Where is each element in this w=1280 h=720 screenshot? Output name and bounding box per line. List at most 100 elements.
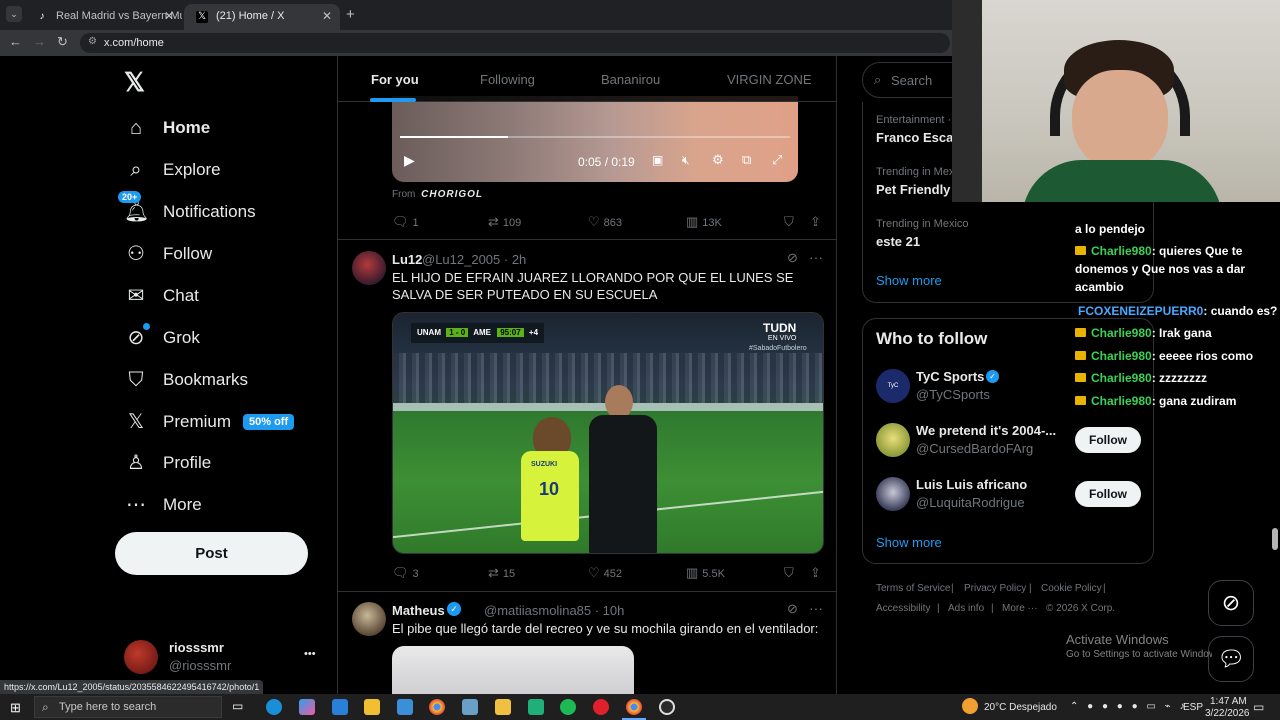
post-button[interactable]: Post [115, 532, 308, 575]
video-source[interactable]: From CHORIGOL [392, 189, 483, 200]
captions-icon[interactable]: ▣ [652, 153, 663, 167]
follow-button[interactable]: Follow [1075, 427, 1141, 453]
reply-button[interactable]: 🗨︎ 1 [392, 214, 419, 230]
mute-icon[interactable]: 🔇︎ [682, 153, 690, 168]
grok-explain-icon[interactable]: ⊘ [787, 601, 798, 617]
footer-terms-link[interactable]: Terms of Service [876, 583, 950, 594]
reload-icon[interactable]: ↻ [57, 34, 68, 50]
footer-accessibility-link[interactable]: Accessibility [876, 603, 930, 614]
footer-cookie-link[interactable]: Cookie Policy [1041, 583, 1102, 594]
repost-button[interactable]: ⇄ 109 [488, 214, 521, 230]
footer-copyright: © 2026 X Corp. [1046, 603, 1116, 614]
video-player[interactable]: ▶ 0:05 / 0:19 ▣ 🔇︎ ⚙ ⧉ ⤢ [392, 96, 798, 182]
copilot-icon[interactable] [299, 699, 315, 715]
close-tab-icon[interactable]: ✕ [322, 9, 332, 23]
site-info-icon[interactable]: ⚙ [88, 36, 97, 47]
fullscreen-icon[interactable]: ⤢ [772, 152, 782, 168]
streamer-shirt [1022, 160, 1222, 202]
suggested-name[interactable]: Luis Luis africano [916, 477, 1027, 492]
video-source-name: CHORIGOL [421, 189, 484, 200]
suggested-name[interactable]: TyC Sports [916, 369, 984, 384]
mail-icon[interactable] [332, 699, 348, 715]
task-view-icon[interactable]: ▭ [232, 699, 248, 715]
back-icon[interactable]: ← [9, 34, 22, 49]
pip-icon[interactable]: ⧉ [742, 152, 751, 168]
account-menu-icon[interactable]: ••• [304, 648, 316, 660]
tweet-more-icon[interactable]: ··· [809, 249, 823, 265]
who-to-follow-show-more-link[interactable]: Show more [876, 535, 942, 550]
chrome-icon[interactable] [429, 699, 445, 715]
suggested-avatar[interactable] [876, 423, 910, 457]
reply-button[interactable]: 🗨︎ 3 [392, 565, 419, 581]
obs-icon[interactable] [659, 699, 675, 715]
edge-icon[interactable] [266, 699, 282, 715]
close-tab-icon[interactable]: ✕ [164, 9, 174, 23]
browser-tab[interactable]: ♪ Real Madrid vs Bayern Munich ✕ [24, 4, 183, 30]
tweet-avatar[interactable] [352, 251, 386, 285]
tweet-more-icon[interactable]: ··· [809, 600, 823, 616]
trend-name[interactable]: Pet Friendly [876, 182, 950, 197]
chat-message-text: : zzzzzzzz [1151, 371, 1208, 385]
footer-privacy-link[interactable]: Privacy Policy [964, 583, 1026, 594]
language-indicator[interactable]: ESP [1183, 702, 1203, 713]
trend-name[interactable]: este 21 [876, 234, 920, 249]
tab-virgin-zone[interactable]: VIRGIN ZONE [727, 72, 812, 87]
windows-start-icon[interactable]: ⊞ [10, 700, 21, 716]
tab-for-you[interactable]: For you [371, 72, 419, 87]
page-scrollbar-thumb[interactable] [1272, 528, 1278, 550]
account-switcher[interactable]: riosssmr @riosssmr ••• [122, 638, 322, 678]
file-explorer-icon[interactable] [495, 699, 511, 715]
views-button[interactable]: ▥ 13K [686, 214, 722, 230]
new-tab-button[interactable]: + [346, 6, 355, 23]
store-icon[interactable] [364, 699, 380, 715]
nav-premium-label: Premium [163, 412, 232, 431]
chrome-active-icon[interactable] [626, 699, 642, 715]
repost-button[interactable]: ⇄ 15 [488, 565, 515, 581]
grok-floating-button[interactable]: ⊘ [1208, 580, 1254, 626]
grok-explain-icon[interactable]: ⊘ [787, 250, 798, 266]
follow-button[interactable]: Follow [1075, 481, 1141, 507]
opera-icon[interactable] [593, 699, 609, 715]
share-button[interactable]: ⇪ [810, 565, 825, 581]
tab-following[interactable]: Following [480, 72, 535, 87]
suggested-name[interactable]: We pretend it's 2004-... [916, 423, 1056, 438]
forward-icon[interactable]: → [33, 34, 46, 49]
spotify-icon[interactable] [560, 699, 576, 715]
views-button[interactable]: ▥ 5.5K [686, 565, 725, 581]
photos-icon[interactable] [462, 699, 478, 715]
notification-center-icon[interactable]: ▭ [1253, 700, 1264, 714]
settings-icon[interactable]: ⚙ [712, 152, 724, 168]
clock-date[interactable]: 3/22/2026 [1205, 708, 1250, 719]
footer-ads-link[interactable]: Ads info [948, 603, 984, 614]
tab-list-button[interactable]: ⌄ [6, 6, 22, 22]
x-logo-icon[interactable]: 𝕏 [124, 68, 150, 96]
browser-tab-active[interactable]: 𝕏 (21) Home / X ✕ [184, 4, 340, 30]
app-icon[interactable] [528, 699, 544, 715]
tweet-media-image[interactable]: UNAM 1 - 0 AME 95:07 +4 TUDN EN VIVO #Sa… [392, 312, 824, 554]
suggested-avatar[interactable]: TyC [876, 369, 910, 403]
address-bar[interactable]: ⚙ x.com/home [80, 33, 950, 53]
suggested-avatar[interactable] [876, 477, 910, 511]
tweet-author-handle[interactable]: @Lu12_2005 · 2h [422, 252, 526, 267]
clock-time[interactable]: 1:47 AM [1210, 696, 1247, 707]
messages-floating-button[interactable]: 💬︎ [1208, 636, 1254, 682]
like-button[interactable]: ♡ 452 [588, 565, 622, 581]
tab-bananirou[interactable]: Bananirou [601, 72, 660, 87]
nav-premium-label-wrap: Premium 50% off [163, 412, 295, 432]
like-button[interactable]: ♡ 863 [588, 214, 622, 230]
bookmark-button[interactable]: ⛉ [784, 214, 798, 230]
trends-show-more-link[interactable]: Show more [876, 273, 942, 288]
tweet-avatar[interactable] [352, 602, 386, 636]
taskbar-search-input[interactable]: ⌕ Type here to search [34, 696, 222, 718]
tweet-author-name[interactable]: Lu12 [392, 252, 422, 267]
weather-text[interactable]: 20°C Despejado [984, 702, 1057, 713]
bookmark-button[interactable]: ⛉ [784, 565, 798, 581]
tweet-media-image[interactable] [392, 646, 634, 694]
tweet-author-name[interactable]: Matheus [392, 603, 445, 618]
vscode-icon[interactable] [397, 699, 413, 715]
tray-icons[interactable]: ⌃ ● ● ● ● ▭ ⌁ ♪ [1070, 701, 1187, 712]
share-button[interactable]: ⇪ [810, 214, 825, 230]
footer-more-link[interactable]: More ··· [1002, 603, 1038, 614]
play-icon[interactable]: ▶ [404, 152, 415, 169]
tweet-author-handle[interactable]: @matiiasmolina85 · 10h [484, 603, 624, 618]
